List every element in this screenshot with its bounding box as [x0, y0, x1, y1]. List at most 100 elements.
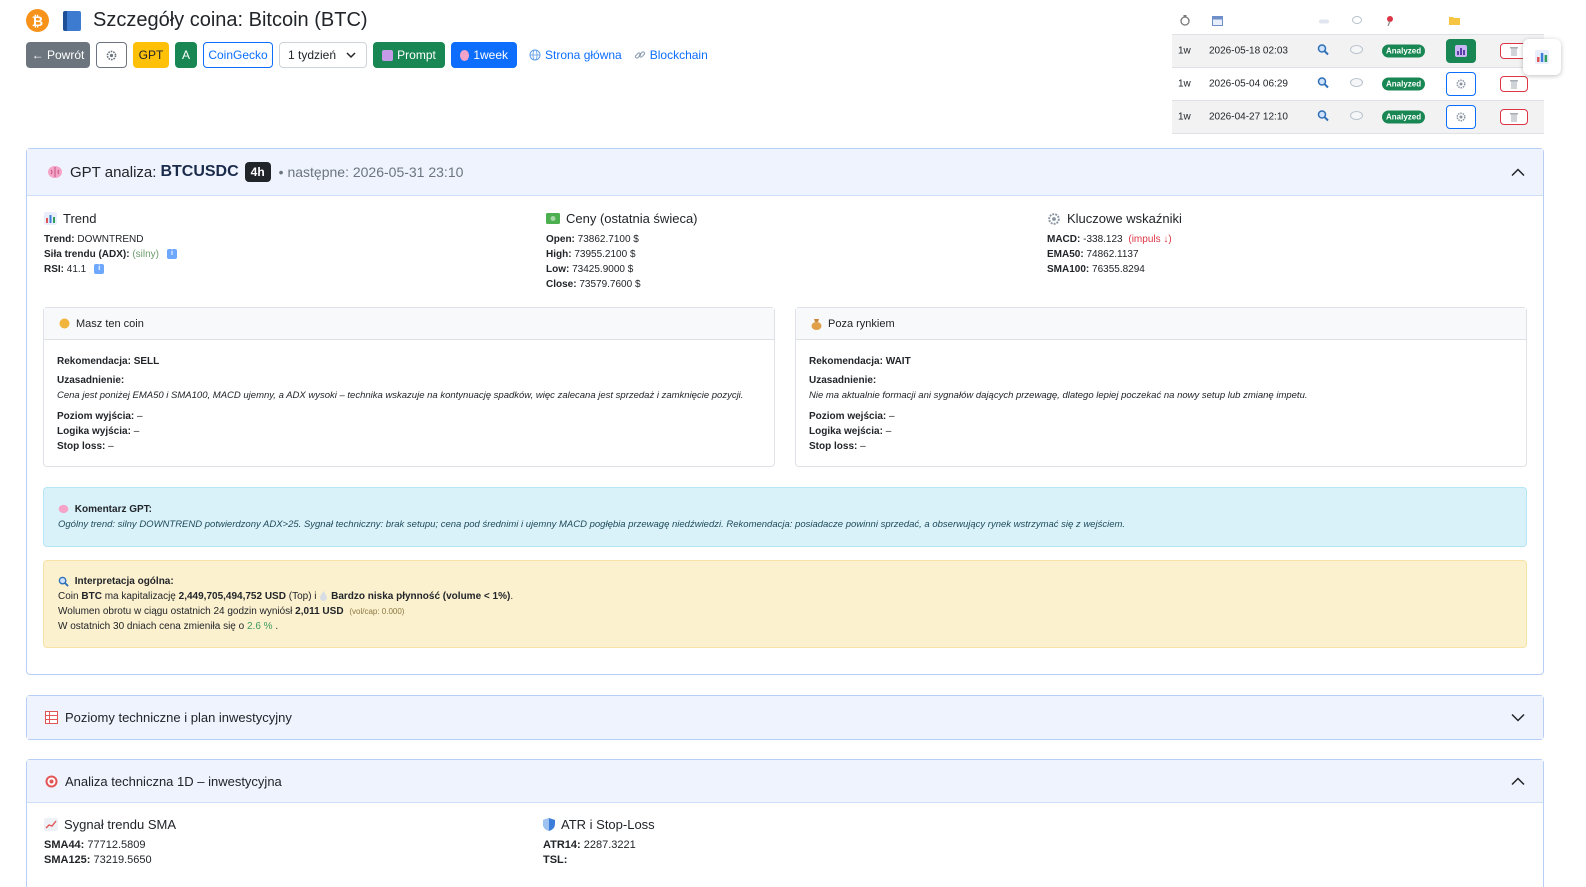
open-value: 73862.7100 $	[577, 234, 639, 245]
history-header-row	[1172, 9, 1544, 35]
macd-value: -338.123	[1083, 234, 1123, 245]
history-row[interactable]: 1w 2026-05-04 06:29 Analyzed	[1172, 68, 1544, 101]
search-icon[interactable]	[1317, 77, 1329, 92]
sma125-value: 73219.5650	[93, 854, 152, 866]
magnifier-icon	[58, 576, 69, 587]
gpt-analysis-header[interactable]: GPT analiza: BTCUSDC 4h • następne: 2026…	[27, 149, 1543, 196]
delete-button[interactable]	[1500, 76, 1528, 92]
interp-l3-b: .	[275, 621, 279, 632]
exit-logic-label: Logika wyjścia:	[57, 426, 131, 437]
exit-level-value: –	[137, 411, 143, 422]
info-icon[interactable]: i	[167, 249, 178, 260]
delete-button[interactable]	[1500, 109, 1528, 125]
low-label: Low:	[546, 264, 570, 275]
interp-symbol: BTC	[81, 591, 102, 602]
chart-button[interactable]	[1446, 39, 1476, 63]
chat-icon[interactable]	[1350, 111, 1363, 124]
close-value: 73579.7600 $	[579, 279, 641, 290]
period-select[interactable]: 1 tydzień	[279, 42, 367, 68]
rsi-line: RSI: 41.1 i	[44, 262, 177, 277]
settings-button[interactable]	[96, 42, 127, 68]
coingecko-button[interactable]: CoinGecko	[203, 42, 273, 68]
chat-icon[interactable]	[1350, 45, 1363, 58]
levels-title: Poziomy techniczne i plan inwestycyjny	[65, 710, 292, 725]
coin-icon	[59, 318, 70, 329]
levels-card: Poziomy techniczne i plan inwestycyjny	[26, 695, 1544, 740]
a-button[interactable]: A	[175, 42, 197, 68]
chevron-up-icon[interactable]	[1511, 168, 1525, 177]
gpt-title-prefix: GPT analiza:	[70, 163, 157, 181]
row-timeframe: 1w	[1178, 78, 1191, 90]
home-link[interactable]: Strona główna	[529, 48, 622, 62]
gear-icon	[1456, 112, 1466, 122]
macd-line: MACD: -338.123 (impuls ↓)	[1047, 232, 1182, 247]
blockchain-link[interactable]: Blockchain	[634, 48, 708, 62]
trend-title-label: Trend	[63, 211, 97, 226]
chevron-down-icon[interactable]	[1511, 713, 1525, 722]
gear-icon	[1048, 212, 1060, 225]
have-justification: Cena jest poniżej EMA50 i SMA100, MACD u…	[57, 390, 744, 401]
ema50-line: EMA50: 74862.1137	[1047, 247, 1182, 262]
gpt-button[interactable]: GPT	[133, 42, 169, 68]
high-label: High:	[546, 249, 572, 260]
globe-icon	[529, 49, 541, 61]
entry-logic-value: –	[885, 426, 892, 437]
exit-logic-line: Logika wyjścia: –	[57, 424, 761, 439]
atr-section: ATR i Stop-Loss ATR14: 2287.3221 TSL:	[543, 817, 655, 868]
out-stoploss-value: –	[860, 441, 866, 452]
bitcoin-icon: ₿	[26, 9, 49, 32]
chat-icon[interactable]	[1350, 78, 1363, 91]
close-line: Close: 73579.7600 $	[546, 277, 698, 292]
out-stoploss-line: Stop loss: –	[809, 439, 1513, 454]
prompt-label: Prompt	[397, 48, 436, 62]
gpt-comment-text: Ogólny trend: silny DOWNTREND potwierdzo…	[58, 519, 1126, 530]
week-button[interactable]: 1week	[451, 42, 517, 68]
have-coin-card: Masz ten coin Rekomendacja: SELL Uzasadn…	[43, 307, 775, 467]
exit-level-label: Poziom wyjścia:	[57, 411, 135, 422]
prompt-icon	[382, 49, 394, 61]
comment-icon	[1352, 15, 1362, 28]
settings-button[interactable]	[1446, 72, 1476, 96]
atr-title: ATR i Stop-Loss	[543, 817, 655, 832]
history-row[interactable]: 1w 2026-05-18 02:03 Analyzed	[1172, 35, 1544, 68]
analysis-history-table: 1w 2026-05-18 02:03 Analyzed 1w 2026-05-…	[1172, 9, 1544, 134]
history-row[interactable]: 1w 2026-04-27 12:10 Analyzed	[1172, 101, 1544, 134]
info-icon[interactable]: i	[94, 264, 105, 275]
bar-chart-icon	[44, 212, 57, 225]
row-date: 2026-05-18 02:03	[1209, 45, 1288, 57]
trend-chart-icon	[44, 818, 58, 831]
shield-icon	[543, 818, 555, 831]
prices-section: Ceny (ostatnia świeca) Open: 73862.7100 …	[546, 211, 698, 292]
ema50-label: EMA50:	[1047, 249, 1084, 260]
indicators-title: Kluczowe wskaźniki	[1047, 211, 1182, 226]
gpt-analysis-card: GPT analiza: BTCUSDC 4h • następne: 2026…	[26, 148, 1544, 675]
adx-value: (silny)	[132, 249, 160, 260]
interp-change-pct: 2.6 %	[247, 621, 273, 632]
gear-icon	[106, 50, 117, 60]
atr-line: ATR14: 2287.3221	[543, 838, 655, 853]
search-icon[interactable]	[1317, 44, 1329, 59]
trend-section: Trend Trend: DOWNTREND Siła trendu (ADX)…	[44, 211, 178, 277]
tsl-label: TSL:	[543, 854, 568, 866]
magnifier-icon	[1319, 16, 1329, 27]
link-icon	[634, 51, 645, 59]
interpretation-line-2: Wolumen obrotu w ciągu ostatnich 24 godz…	[58, 604, 1512, 619]
prompt-button[interactable]: Prompt	[373, 42, 445, 68]
close-label: Close:	[546, 279, 577, 290]
back-button[interactable]: ← Powrót	[26, 42, 90, 68]
row-date: 2026-05-04 06:29	[1209, 78, 1288, 90]
interp-l1-a: Coin	[58, 591, 79, 602]
interpretation-alert: Interpretacja ogólna: Coin BTC ma kapita…	[43, 560, 1527, 648]
chevron-down-icon	[346, 52, 356, 59]
rsi-value: 41.1	[66, 264, 87, 275]
home-link-label: Strona główna	[545, 48, 622, 62]
gpt-comment-title-line: Komentarz GPT:	[58, 502, 1512, 517]
settings-button[interactable]	[1446, 105, 1476, 129]
chevron-up-icon[interactable]	[1511, 777, 1525, 786]
tech-analysis-header[interactable]: Analiza techniczna 1D – inwestycyjna	[27, 760, 1543, 803]
search-icon[interactable]	[1317, 110, 1329, 125]
money-bag-icon	[811, 318, 822, 330]
floating-chart-button[interactable]	[1523, 39, 1561, 75]
levels-header[interactable]: Poziomy techniczne i plan inwestycyjny	[27, 696, 1543, 739]
trend-title: Trend	[44, 211, 177, 226]
